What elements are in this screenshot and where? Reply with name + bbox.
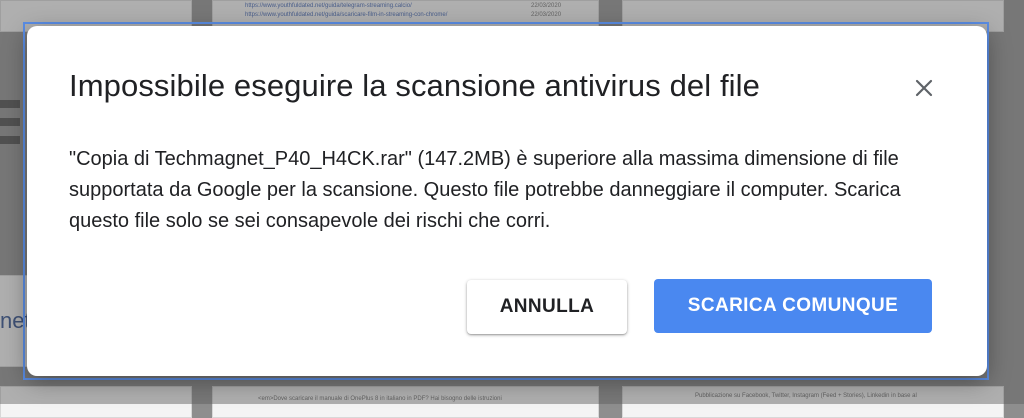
cancel-button[interactable]: ANNULLA [467, 280, 627, 334]
close-icon [915, 79, 933, 97]
virus-scan-warning-dialog: Impossibile eseguire la scansione antivi… [27, 26, 987, 376]
download-anyway-button[interactable]: SCARICA COMUNQUE [654, 279, 932, 333]
close-button[interactable] [910, 74, 938, 102]
dialog-title: Impossibile eseguire la scansione antivi… [69, 68, 760, 103]
dialog-message: "Copia di Techmagnet_P40_H4CK.rar" (147.… [69, 148, 901, 232]
